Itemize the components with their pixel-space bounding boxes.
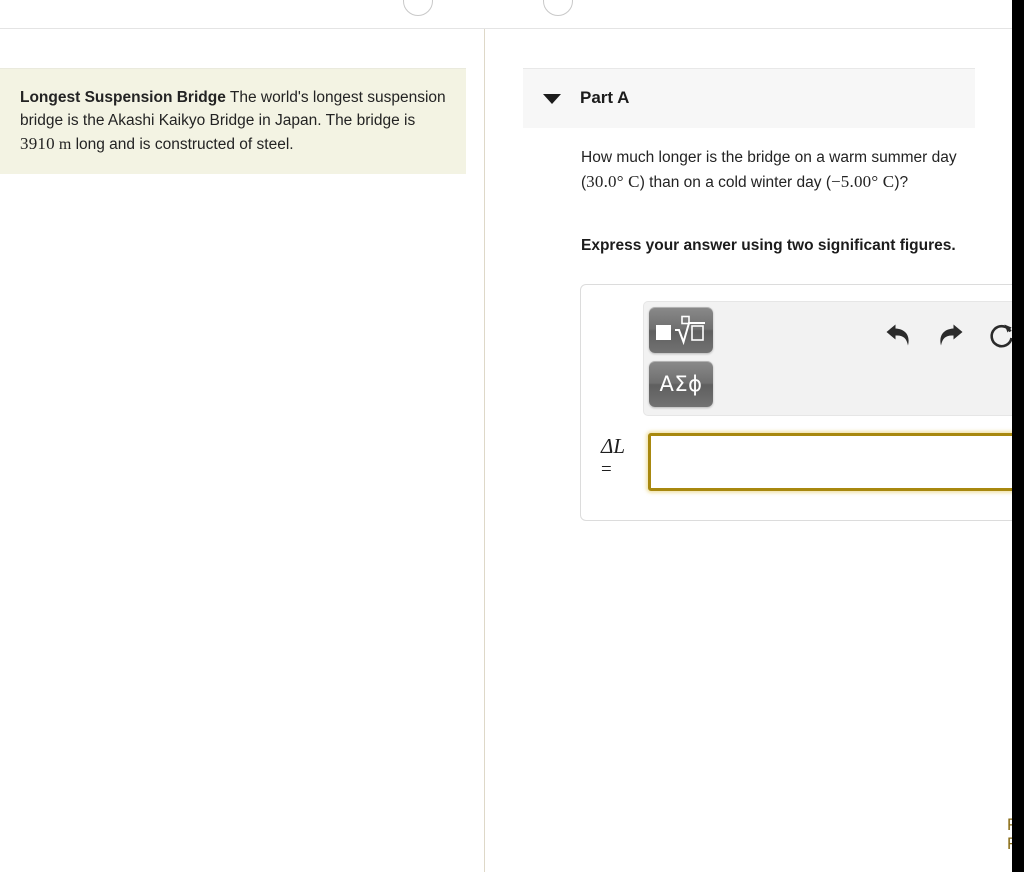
- problem-title: Longest Suspension Bridge: [20, 89, 226, 106]
- chevron-down-icon[interactable]: [543, 94, 561, 104]
- bridge-length-value: 3910: [20, 134, 55, 153]
- problem-statement-card: Longest Suspension Bridge The world's lo…: [0, 68, 466, 174]
- answer-input[interactable]: [648, 433, 1024, 491]
- warm-temperature-value: 30.0° C: [586, 171, 640, 191]
- right-edge-gutter: [1012, 0, 1024, 872]
- progress-step-circle-1[interactable]: [403, 0, 433, 16]
- toolbar-action-group: [872, 314, 1024, 358]
- question-text: How much longer is the bridge on a warm …: [581, 146, 971, 194]
- greek-symbols-button[interactable]: ΑΣϕ: [649, 361, 713, 407]
- problem-body-part2: long and is constructed of steel.: [71, 136, 294, 153]
- problem-pane: Longest Suspension Bridge The world's lo…: [0, 29, 484, 872]
- answer-input-row: ΔL =: [591, 433, 1024, 495]
- question-line3-suffix: )?: [894, 173, 909, 191]
- answer-widget: ΑΣϕ ΔL =: [580, 284, 1024, 521]
- page-root: Longest Suspension Bridge The world's lo…: [0, 0, 1024, 872]
- equals-sign: =: [601, 459, 612, 480]
- answer-pane: Part A How much longer is the bridge on …: [485, 29, 1024, 872]
- question-line3-prefix: day (: [796, 173, 832, 191]
- square-root-icon: [655, 315, 707, 345]
- progress-step-circle-2[interactable]: [543, 0, 573, 16]
- variable-label: ΔL: [601, 434, 626, 458]
- bridge-length-unit: m: [58, 136, 72, 153]
- answer-instruction: Express your answer using two significan…: [581, 237, 956, 254]
- square-root-template-button[interactable]: [649, 307, 713, 353]
- question-line2-suffix: ) than on a cold winter: [639, 173, 793, 191]
- redo-icon[interactable]: [924, 314, 976, 358]
- question-line1: How much longer is the bridge on a warm: [581, 149, 868, 166]
- undo-icon[interactable]: [872, 314, 924, 358]
- filled-square-icon: [655, 324, 671, 340]
- math-toolbar: ΑΣϕ: [643, 301, 1024, 416]
- greek-symbols-label: ΑΣϕ: [659, 372, 703, 396]
- problem-statement-text: Longest Suspension Bridge The world's lo…: [20, 86, 446, 156]
- cold-temperature-value: −5.00° C: [831, 171, 895, 191]
- part-a-title: Part A: [580, 88, 630, 107]
